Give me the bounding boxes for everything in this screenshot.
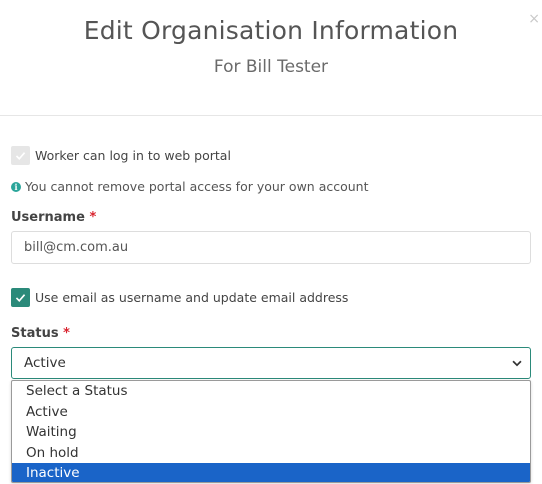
status-option[interactable]: Select a Status [12, 381, 530, 402]
check-icon [15, 294, 26, 302]
check-icon [15, 152, 26, 160]
status-option-highlighted[interactable]: Inactive [12, 463, 530, 482]
modal-subtitle: For Bill Tester [213, 57, 329, 77]
use-email-label: Use email as username and update email a… [35, 290, 349, 305]
use-email-row: Use email as username and update email a… [11, 288, 348, 307]
portal-info-row: i You cannot remove portal access for yo… [11, 179, 369, 194]
status-selected-value: Active [24, 355, 66, 371]
portal-access-row: Worker can log in to web portal [11, 146, 231, 165]
required-marker: * [63, 326, 70, 341]
close-icon[interactable]: × [528, 12, 540, 26]
info-circle-icon: i [11, 181, 21, 192]
modal-title: Edit Organisation Information [83, 16, 459, 45]
use-email-checkbox[interactable] [11, 288, 30, 307]
status-select[interactable]: Active [11, 347, 531, 379]
portal-info-text: You cannot remove portal access for your… [25, 179, 369, 194]
modal-header: Edit Organisation Information For Bill T… [0, 0, 542, 116]
status-option[interactable]: On hold [12, 443, 530, 464]
required-marker: * [89, 210, 97, 225]
chevron-down-icon [512, 360, 522, 367]
status-option[interactable]: Active [12, 402, 530, 423]
status-dropdown-list: Select a Status Active Waiting On hold I… [11, 380, 531, 483]
portal-access-label: Worker can log in to web portal [35, 148, 231, 163]
username-input[interactable]: bill@cm.com.au [11, 231, 531, 264]
status-label: Status * [11, 326, 70, 341]
username-label: Username * [11, 210, 97, 225]
status-option[interactable]: Waiting [12, 422, 530, 443]
username-value: bill@cm.com.au [24, 240, 129, 255]
portal-access-checkbox[interactable] [11, 146, 30, 165]
